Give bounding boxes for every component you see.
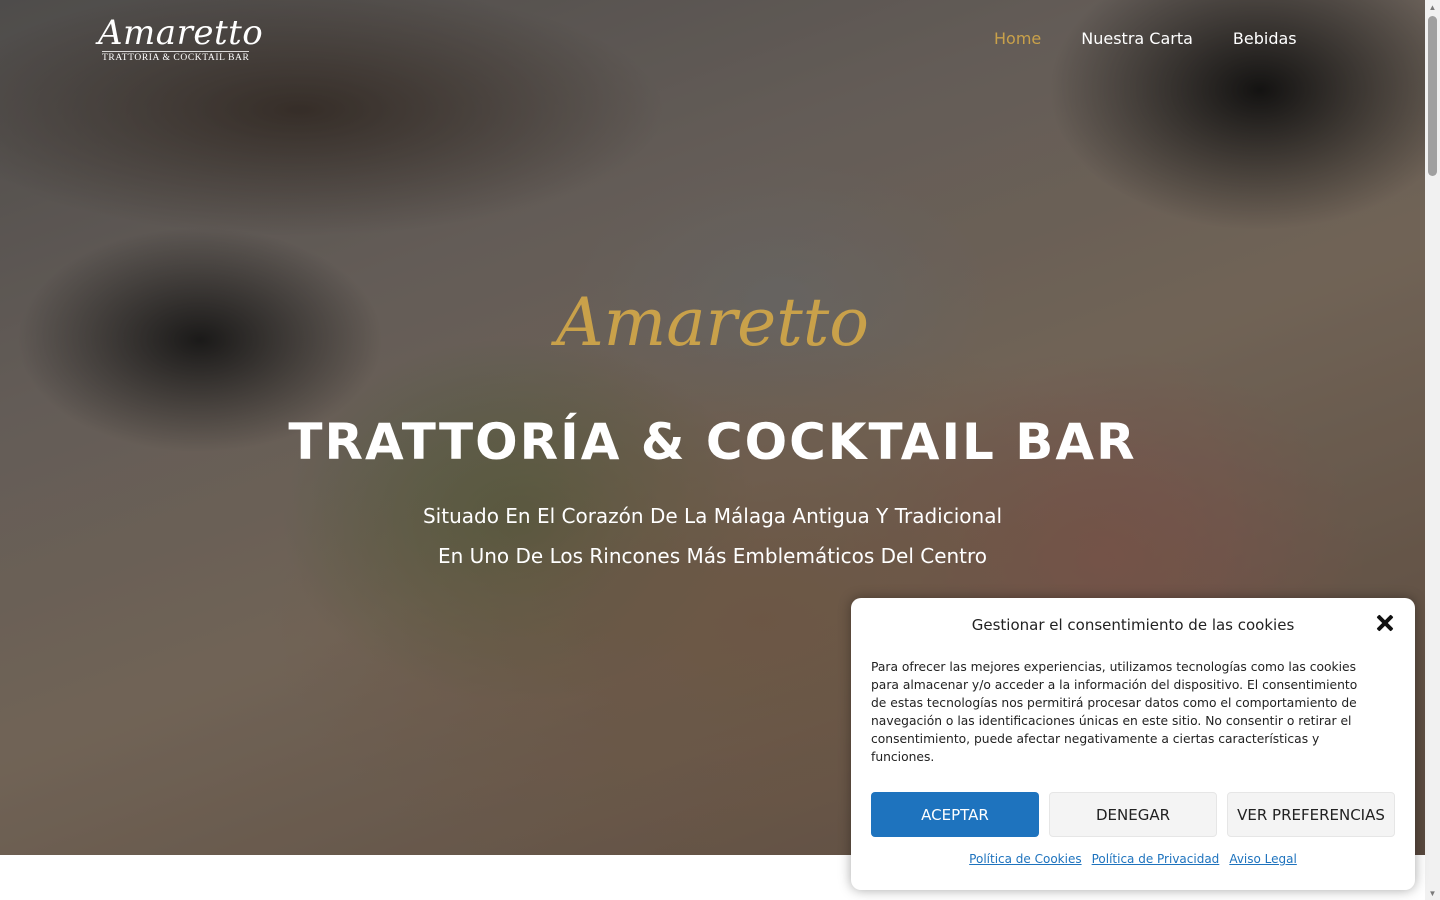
page-scrollbar[interactable]: ▲ ▼ [1425,0,1440,900]
deny-button[interactable]: DENEGAR [1049,792,1217,837]
hero-title: TRATTORÍA & COCKTAIL BAR [288,413,1137,471]
view-preferences-button[interactable]: VER PREFERENCIAS [1227,792,1395,837]
cookie-button-row: ACEPTAR DENEGAR VER PREFERENCIAS [871,792,1395,837]
privacy-policy-link[interactable]: Política de Privacidad [1092,852,1220,866]
site-logo[interactable]: Amaretto TRATTORIA & COCKTAIL BAR [98,14,263,64]
cookie-policy-links: Política de Cookies Política de Privacid… [851,852,1415,866]
hero-subtitle-2: En Uno De Los Rincones Más Emblemáticos … [437,544,988,568]
cookie-policy-link[interactable]: Política de Cookies [969,852,1081,866]
legal-notice-link[interactable]: Aviso Legal [1229,852,1297,866]
hero-subtitle-1: Situado En El Corazón De La Málaga Antig… [422,504,1003,528]
scrollbar-thumb[interactable] [1428,16,1437,176]
chevron-down-icon[interactable]: ▼ [1425,886,1440,900]
accept-button[interactable]: ACEPTAR [871,792,1039,837]
main-nav: Home Nuestra Carta Bebidas [994,28,1297,50]
close-icon[interactable] [1374,612,1396,634]
nav-item-bebidas[interactable]: Bebidas [1233,28,1297,50]
chevron-up-icon[interactable]: ▲ [1425,0,1440,14]
nav-item-home[interactable]: Home [994,28,1041,50]
hero-script-heading: Amaretto [556,284,869,361]
cookie-dialog-text: Para ofrecer las mejores experiencias, u… [871,660,1358,764]
cookie-consent-dialog: Gestionar el consentimiento de las cooki… [851,598,1415,890]
logo-tagline: TRATTORIA & COCKTAIL BAR [102,51,250,63]
nav-item-nuestra-carta[interactable]: Nuestra Carta [1081,28,1193,50]
logo-script: Amaretto [98,13,264,53]
cookie-dialog-title: Gestionar el consentimiento de las cooki… [971,616,1295,634]
